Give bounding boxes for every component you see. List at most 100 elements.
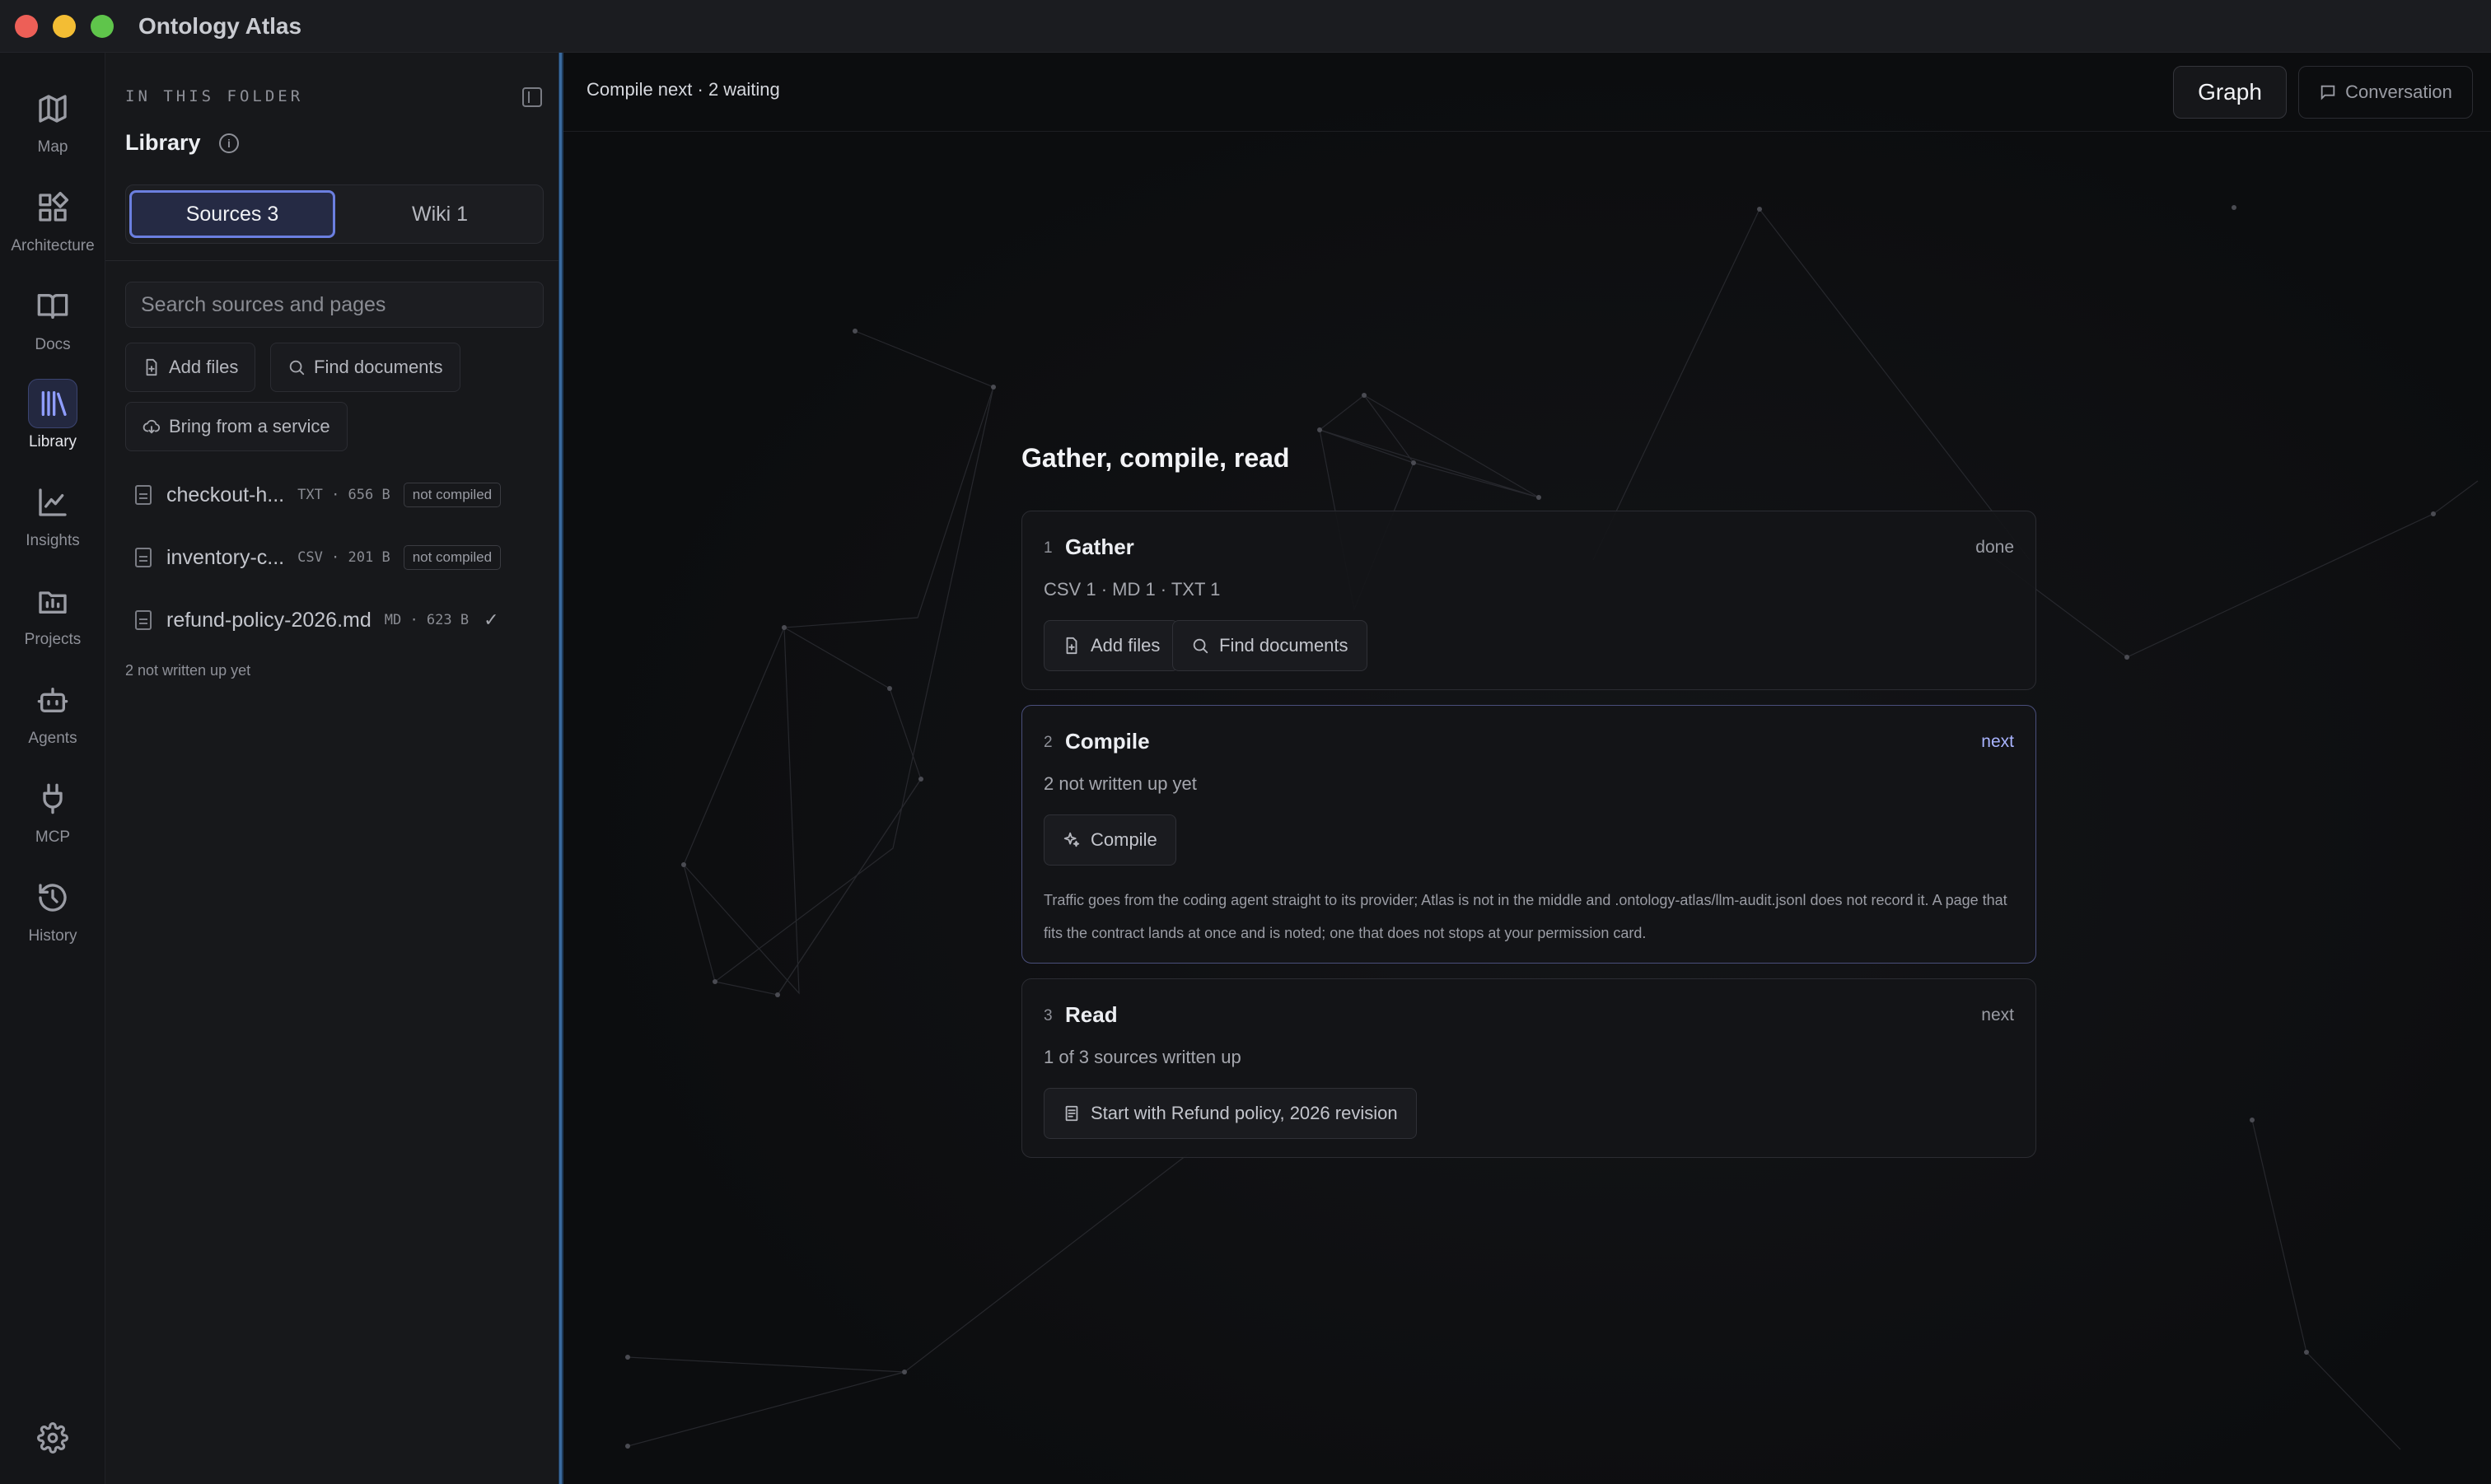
folder-label: IN THIS FOLDER [125, 87, 304, 105]
button-label: Start with Refund policy, 2026 revision [1091, 1103, 1398, 1123]
tab-conversation[interactable]: Conversation [2298, 66, 2473, 119]
history-icon [28, 873, 77, 922]
rail-label: Docs [35, 336, 71, 353]
step-title: Gather [1065, 534, 1134, 559]
step-summary: 1 of 3 sources written up [1044, 1047, 1241, 1067]
plug-icon [28, 774, 77, 824]
find-documents-button[interactable]: Find documents [1172, 620, 1367, 671]
step-number: 2 [1044, 734, 1053, 751]
tab-sources[interactable]: Sources 3 [129, 190, 335, 238]
gear-icon [37, 1422, 68, 1454]
chat-bubble-icon [2320, 85, 2335, 100]
rail-label: MCP [35, 828, 71, 846]
step-summary: 2 not written up yet [1044, 773, 1197, 794]
map-icon [28, 84, 77, 133]
flow-title: Gather, compile, read [1021, 443, 1290, 473]
file-name: inventory-c... [166, 545, 285, 569]
rail-label: Library [28, 433, 77, 450]
step-number: 1 [1044, 539, 1053, 557]
rail-item-agents[interactable]: Agents [0, 675, 105, 766]
nav-rail: Map Architecture Docs Library Insights P… [0, 53, 105, 1484]
button-label: Bring from a service [169, 416, 330, 436]
rail-item-history[interactable]: History [0, 873, 105, 964]
step-title: Compile [1065, 729, 1150, 754]
divider [105, 260, 558, 261]
library-footer-status: 2 not written up yet [125, 662, 251, 679]
tab-wiki[interactable]: Wiki 1 [339, 190, 541, 238]
robot-icon [28, 675, 77, 725]
button-label: Add files [169, 357, 239, 377]
folder-icon [28, 576, 77, 626]
close-window-button[interactable] [15, 15, 38, 38]
button-label: Find documents [1219, 635, 1348, 656]
status-badge: not compiled [403, 545, 502, 570]
search-icon [1193, 638, 1208, 654]
title-bar: Ontology Atlas [0, 0, 2491, 53]
tab-graph[interactable]: Graph [2173, 66, 2287, 119]
file-meta: MD · 623 B [384, 612, 470, 628]
info-icon[interactable]: i [219, 133, 239, 153]
document-icon [1065, 1105, 1078, 1122]
library-title: Library [125, 130, 201, 155]
rail-label: History [28, 927, 77, 945]
zoom-window-button[interactable] [91, 15, 114, 38]
bring-from-service-button[interactable]: Bring from a service [125, 402, 348, 451]
add-files-button[interactable]: Add files [125, 343, 256, 392]
file-name: refund-policy-2026.md [166, 608, 372, 632]
step-card-gather: 1 Gather done CSV 1 · MD 1 · TXT 1 Add f… [1021, 511, 2036, 690]
find-documents-button[interactable]: Find documents [270, 343, 460, 392]
file-icon [135, 548, 152, 567]
file-row[interactable]: checkout-h... TXT · 656 B not compiled [125, 471, 544, 519]
rail-item-architecture[interactable]: Architecture [0, 183, 105, 273]
button-label: Compile [1091, 829, 1157, 850]
book-icon [28, 282, 77, 331]
file-plus-icon [146, 358, 157, 376]
file-plus-icon [1066, 637, 1077, 655]
library-panel: IN THIS FOLDER Library i Sources 3 Wiki … [105, 53, 558, 1484]
rail-label: Map [37, 138, 68, 156]
step-note: Traffic goes from the coding agent strai… [1044, 892, 2007, 941]
collapse-panel-icon[interactable] [522, 87, 542, 107]
rail-item-projects[interactable]: Projects [0, 576, 105, 667]
rail-item-mcp[interactable]: MCP [0, 774, 105, 865]
rail-item-library[interactable]: Library [0, 379, 105, 469]
add-files-button[interactable]: Add files [1044, 620, 1180, 671]
check-icon: ✓ [484, 609, 499, 630]
start-reading-button[interactable]: Start with Refund policy, 2026 revision [1044, 1088, 1417, 1139]
architecture-icon [28, 183, 77, 232]
search-input[interactable] [125, 282, 544, 328]
step-summary: CSV 1 · MD 1 · TXT 1 [1044, 579, 1221, 600]
compile-button[interactable]: Compile [1044, 814, 1176, 866]
status-badge: not compiled [403, 483, 502, 507]
settings-button[interactable] [33, 1418, 72, 1458]
cloud-download-icon [143, 419, 161, 434]
search-icon [289, 360, 305, 376]
main-area: Compile next · 2 waiting Graph Conversat… [563, 53, 2491, 1484]
chart-line-icon [28, 478, 77, 527]
button-label: Find documents [314, 357, 443, 377]
file-meta: TXT · 656 B [297, 487, 390, 503]
minimize-window-button[interactable] [53, 15, 76, 38]
step-number: 3 [1044, 1007, 1053, 1024]
sparkle-icon [1063, 832, 1080, 847]
step-title: Read [1065, 1002, 1118, 1027]
rail-label: Agents [28, 730, 77, 747]
tab-label: Conversation [2345, 82, 2452, 102]
step-state: done [1975, 538, 2014, 557]
step-card-compile: 2 Compile next 2 not written up yet Comp… [1021, 705, 2036, 964]
pipeline-status: Compile next · 2 waiting [587, 79, 780, 100]
rail-item-docs[interactable]: Docs [0, 282, 105, 372]
file-icon [135, 485, 152, 505]
library-tabs: Sources 3 Wiki 1 [125, 184, 544, 244]
file-row[interactable]: refund-policy-2026.md MD · 623 B ✓ [125, 596, 544, 644]
file-icon [135, 610, 152, 630]
rail-item-insights[interactable]: Insights [0, 478, 105, 568]
step-state: next [1981, 1006, 2014, 1024]
rail-item-map[interactable]: Map [0, 84, 105, 175]
file-meta: CSV · 201 B [297, 549, 390, 566]
button-label: Add files [1091, 635, 1161, 656]
step-state: next [1981, 732, 2014, 751]
file-row[interactable]: inventory-c... CSV · 201 B not compiled [125, 534, 544, 581]
main-topbar: Compile next · 2 waiting Graph Conversat… [563, 53, 2491, 132]
rail-label: Architecture [11, 237, 95, 254]
